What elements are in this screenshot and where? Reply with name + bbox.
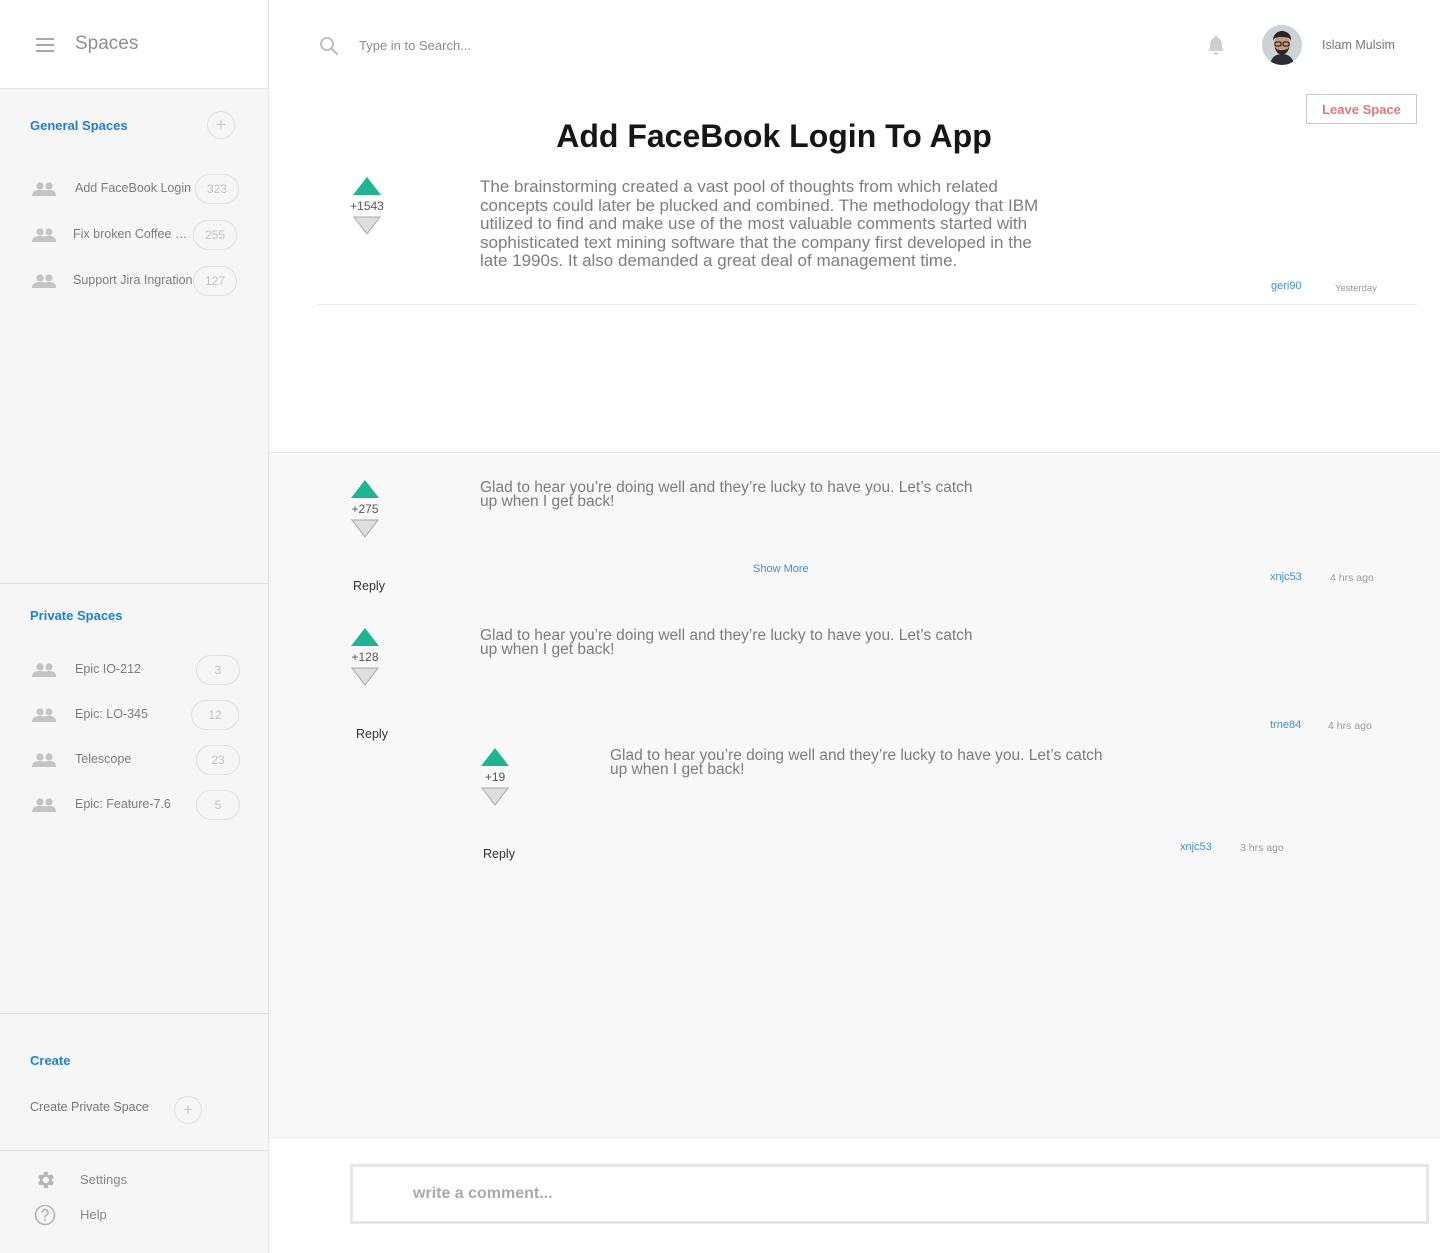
- downvote-arrow-icon[interactable]: [352, 216, 382, 235]
- people-icon: [32, 274, 56, 288]
- reply-button[interactable]: Reply: [356, 727, 388, 741]
- user-name[interactable]: Islam Mulsim: [1322, 38, 1395, 52]
- post-author[interactable]: geri90: [1271, 280, 1302, 292]
- sidebar-item-label: Epic: LO-345: [75, 707, 148, 721]
- add-general-space-button[interactable]: +: [207, 111, 235, 139]
- post-title: Add FaceBook Login To App: [556, 118, 992, 154]
- comment-timestamp: 4 hrs ago: [1330, 572, 1374, 584]
- general-spaces-title: General Spaces: [30, 118, 128, 133]
- post-separator: [317, 304, 1417, 305]
- create-private-space-button[interactable]: +: [174, 1096, 202, 1124]
- downvote-arrow-icon[interactable]: [350, 667, 380, 686]
- upvote-arrow-icon[interactable]: [351, 480, 379, 498]
- sidebar-item-epic-feature-7-6[interactable]: Epic: Feature-7.6 5: [30, 790, 242, 820]
- sidebar-item-label: Telescope: [75, 752, 132, 766]
- sidebar-item-count: 3: [196, 655, 240, 685]
- gear-icon: [38, 1171, 54, 1189]
- people-icon: [32, 753, 56, 767]
- upvote-arrow-icon[interactable]: [351, 628, 379, 646]
- sidebar-item-count: 323: [195, 174, 239, 204]
- comment-text: Glad to hear you’re doing well and they’…: [480, 627, 973, 658]
- people-icon: [32, 708, 56, 722]
- comment-text: Glad to hear you’re doing well and they’…: [610, 747, 1103, 778]
- sidebar-item-label: Epic IO-212: [75, 662, 142, 676]
- private-spaces-title: Private Spaces: [30, 608, 123, 623]
- comment-timestamp: 3 hrs ago: [1240, 842, 1284, 854]
- sidebar-title: Spaces: [75, 33, 139, 54]
- sidebar-item-fix-broken-coffee[interactable]: Fix broken Coffee o... 255: [30, 220, 242, 250]
- comment-author[interactable]: xnjc53: [1270, 571, 1302, 583]
- sidebar-item-epic-io-212[interactable]: Epic IO-212 3: [30, 655, 242, 685]
- post-body: The brainstorming created a vast pool of…: [480, 177, 1039, 270]
- sidebar-divider: [0, 1150, 268, 1151]
- sidebar-item-label: Epic: Feature-7.6: [75, 797, 171, 811]
- comment-author[interactable]: trne84: [1270, 719, 1301, 731]
- reply-button[interactable]: Reply: [353, 579, 385, 593]
- create-title: Create: [30, 1053, 71, 1068]
- people-icon: [32, 182, 56, 196]
- hamburger-menu-icon[interactable]: [36, 38, 54, 52]
- sidebar-item-add-facebook-login[interactable]: Add FaceBook Login 323: [30, 174, 242, 204]
- show-more-link[interactable]: Show More: [753, 563, 809, 575]
- sidebar: Spaces General Spaces + Add FaceBook Log…: [0, 0, 269, 1253]
- people-icon: [32, 228, 56, 242]
- reply-vote: +19: [475, 748, 515, 811]
- help-label: Help: [80, 1207, 107, 1222]
- sidebar-item-telescope[interactable]: Telescope 23: [30, 745, 242, 775]
- sidebar-item-label: Support Jira Ingration: [73, 273, 193, 287]
- upvote-arrow-icon[interactable]: [481, 748, 509, 766]
- sidebar-item-label: Add FaceBook Login: [75, 181, 192, 195]
- create-private-space-link[interactable]: Create Private Space: [30, 1100, 149, 1114]
- help-icon: [34, 1204, 56, 1226]
- comment-text: Glad to hear you’re doing well and they’…: [480, 479, 973, 510]
- comment-input[interactable]: [350, 1164, 1429, 1224]
- sidebar-divider: [0, 1013, 268, 1014]
- downvote-arrow-icon[interactable]: [480, 787, 510, 806]
- comment-timestamp: 4 hrs ago: [1328, 720, 1372, 732]
- downvote-arrow-icon[interactable]: [350, 519, 380, 538]
- post: Leave Space Add FaceBook Login To App +1…: [269, 88, 1440, 453]
- top-bar: Islam Mulsim: [269, 0, 1440, 88]
- sidebar-item-support-jira[interactable]: Support Jira Ingration 127: [30, 266, 242, 296]
- post-vote: +1543: [347, 177, 387, 240]
- user-avatar-image: [1262, 25, 1302, 65]
- search-input[interactable]: [357, 33, 777, 57]
- sidebar-item-count: 23: [196, 745, 240, 775]
- comment-vote: +275: [345, 480, 385, 543]
- leave-space-button[interactable]: Leave Space: [1306, 94, 1417, 124]
- vote-score: +1543: [350, 199, 384, 213]
- comment-author[interactable]: xnjc53: [1180, 841, 1212, 853]
- comment-vote: +128: [345, 628, 385, 691]
- sidebar-item-count: 12: [191, 700, 239, 730]
- bell-icon[interactable]: [1206, 34, 1226, 56]
- upvote-arrow-icon[interactable]: [353, 177, 381, 195]
- settings-label: Settings: [80, 1172, 127, 1187]
- vote-score: +275: [351, 502, 379, 516]
- post-timestamp: Yesterday: [1335, 283, 1377, 294]
- sidebar-item-count: 5: [196, 790, 240, 820]
- vote-score: +128: [351, 650, 379, 664]
- people-icon: [32, 663, 56, 677]
- vote-score: +19: [484, 770, 506, 784]
- reply-button[interactable]: Reply: [483, 847, 515, 861]
- user-avatar[interactable]: [1262, 25, 1302, 65]
- comments-section: +275 Glad to hear you’re doing well and …: [269, 454, 1440, 1137]
- people-icon: [32, 798, 56, 812]
- comment-composer: [269, 1137, 1440, 1253]
- sidebar-item-label: Fix broken Coffee o...: [73, 227, 189, 241]
- sidebar-item-count: 255: [193, 220, 237, 250]
- sidebar-item-epic-lo-345[interactable]: Epic: LO-345 12: [30, 700, 242, 730]
- sidebar-divider: [0, 583, 268, 584]
- search-icon[interactable]: [319, 36, 339, 56]
- sidebar-item-count: 127: [193, 266, 237, 296]
- sidebar-header: Spaces: [0, 0, 268, 89]
